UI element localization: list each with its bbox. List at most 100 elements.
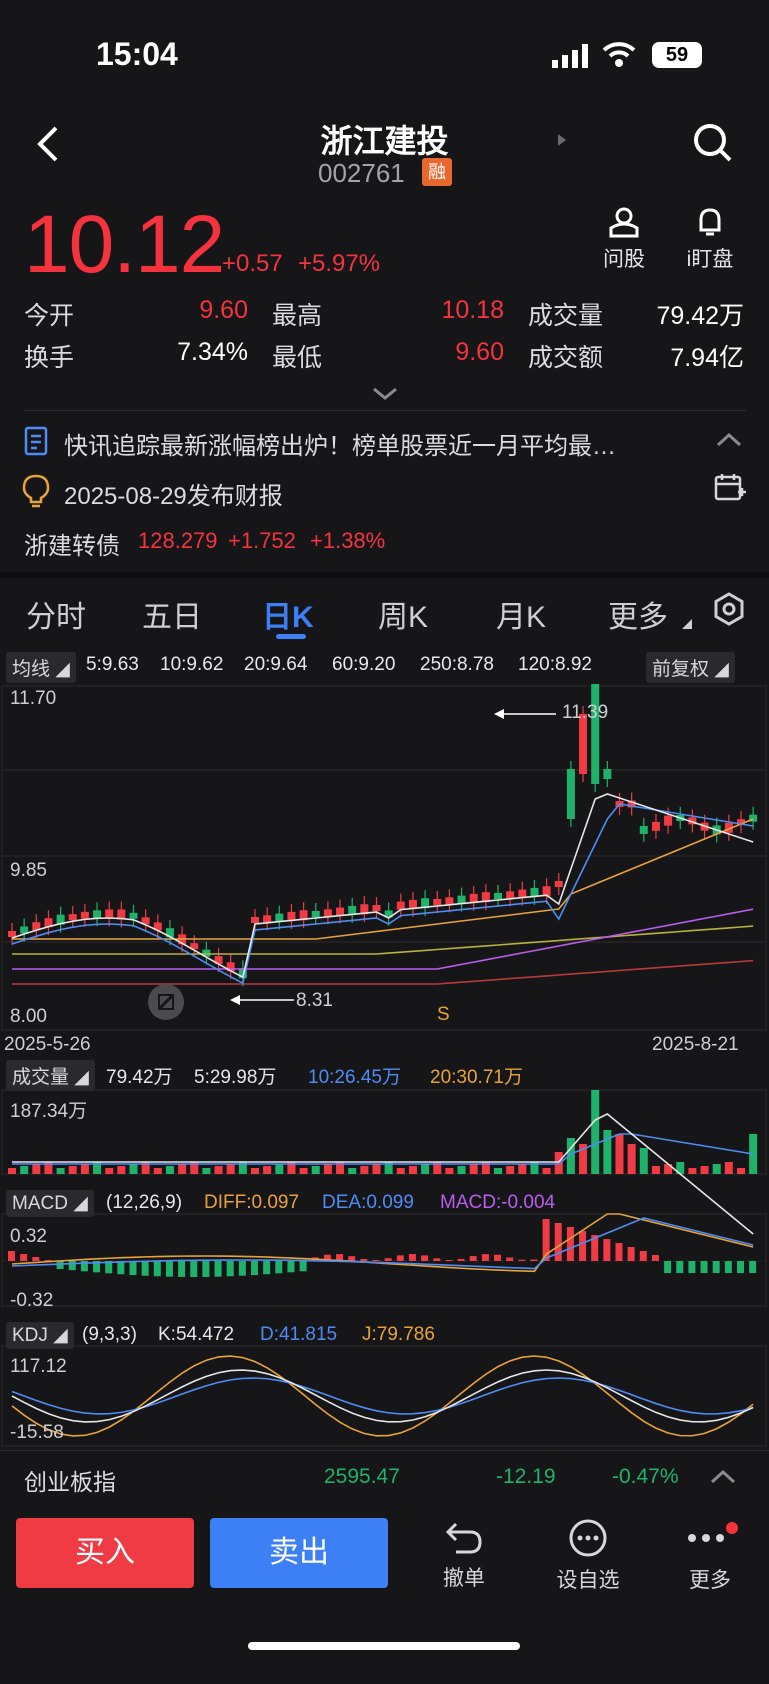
macd-bottom-label: -0.32 [10, 1290, 54, 1311]
ma-60: 60:9.20 [332, 654, 396, 675]
convertible-bond[interactable]: 浙建转债 128.279 +1.752 +1.38% [0, 524, 769, 560]
candle-body [494, 893, 502, 899]
candle-body [311, 911, 320, 917]
macd-bar [372, 1259, 380, 1261]
macd-bar [433, 1258, 441, 1261]
volume-selector-button[interactable]: 成交量 ◢ [6, 1060, 95, 1091]
candle-body [263, 915, 272, 923]
candle-body [129, 912, 138, 919]
macd-dea: DEA:0.099 [322, 1192, 414, 1213]
more-button[interactable]: 更多 [678, 1518, 742, 1594]
macd-selector-button[interactable]: MACD ◢ [6, 1190, 94, 1217]
kdj-d-line [11, 1377, 754, 1415]
volume-legend: 成交量 ◢ 79.42万 5:29.98万 10:26.45万 20:30.71… [0, 1060, 769, 1091]
tab-five-day[interactable]: 五日 [142, 592, 202, 636]
macd-bar [275, 1261, 283, 1274]
draw-tool-icon[interactable] [148, 984, 184, 1020]
candle-body [251, 917, 259, 923]
macd-bar [8, 1251, 15, 1261]
bond-price: 128.279 [138, 528, 218, 553]
candle-body [591, 684, 600, 784]
macd-bar [469, 1256, 477, 1261]
more-label: 更多 [689, 1569, 731, 1592]
macd-value: MACD:-0.004 [440, 1192, 556, 1213]
settings-icon[interactable] [712, 592, 746, 631]
ma-selector-button[interactable]: 均线 ◢ [6, 652, 76, 683]
ma-250: 250:8.78 [420, 654, 494, 675]
high-price-marker: 11.39 [562, 702, 609, 723]
expand-icon[interactable] [372, 386, 398, 407]
volume-bar [105, 1168, 114, 1174]
triangle-icon [682, 616, 692, 634]
quote-label: 成交量 [528, 302, 604, 330]
kdj-params: (9,3,3) [82, 1324, 137, 1345]
chevron-up-icon[interactable] [710, 1469, 736, 1490]
macd-bar [153, 1261, 161, 1277]
calendar-add-icon[interactable] [714, 472, 746, 509]
kdj-j-line [11, 1355, 754, 1437]
stock-code: 002761 [318, 158, 405, 188]
macd-bar [348, 1256, 356, 1261]
macd-bar [494, 1254, 501, 1261]
macd-bar [712, 1261, 720, 1273]
index-change-pct: -0.47% [612, 1465, 679, 1488]
tab-weekly-k[interactable]: 周K [378, 592, 428, 636]
macd-bar [190, 1261, 198, 1277]
search-icon[interactable] [692, 122, 734, 169]
panel-frame [1, 1213, 767, 1307]
ma-legend: 均线 ◢ 5:9.63 10:9.62 20:9.64 60:9.20 250:… [0, 650, 769, 683]
sell-button[interactable]: 卖出 [210, 1518, 388, 1588]
bond-change-pct: +1.38% [310, 528, 386, 553]
quote-value: 7.34% [177, 338, 248, 366]
cancel-order-button[interactable]: 撤单 [432, 1518, 496, 1592]
volume-bar [542, 1168, 551, 1174]
ma-10: 10:9.62 [160, 654, 224, 675]
more-circle-icon [552, 1518, 624, 1564]
next-stock-icon[interactable] [556, 132, 568, 153]
tab-daily-k[interactable]: 日K [262, 592, 314, 636]
volume-bar [408, 1166, 417, 1174]
quote-value: 79.42万 [656, 302, 744, 330]
report-item[interactable]: 2025-08-29发布财报 [0, 470, 769, 514]
kdj-selector-button[interactable]: KDJ ◢ [6, 1322, 74, 1349]
macd-bar [421, 1255, 429, 1261]
volume-bar [129, 1164, 138, 1174]
collapse-icon[interactable] [716, 432, 742, 453]
candle-body [566, 769, 575, 819]
panel-frame [1, 1345, 767, 1447]
panel-frame [1, 685, 767, 1031]
add-watchlist-button[interactable]: 设自选 [552, 1518, 624, 1594]
ask-stock-button[interactable]: 问股 [596, 206, 652, 273]
tab-monthly-k[interactable]: 月K [496, 592, 546, 636]
macd-bar [688, 1261, 696, 1273]
kline-ymin-label: 8.00 [10, 1006, 47, 1027]
volume-ma10: 10:26.45万 [308, 1067, 401, 1088]
date-start: 2025-5-26 [4, 1034, 91, 1055]
volume-bar [153, 1168, 162, 1174]
buy-label: 买入 [75, 1536, 135, 1569]
macd-bar [700, 1261, 708, 1273]
report-date: 2025-08-29发布财报 [64, 483, 283, 510]
sell-label: 卖出 [269, 1536, 329, 1569]
quote-label: 成交额 [528, 344, 604, 372]
macd-bar [566, 1227, 574, 1261]
volume-bar [615, 1134, 624, 1174]
quote-value: 7.94亿 [670, 344, 744, 372]
tab-intraday[interactable]: 分时 [26, 592, 86, 636]
adjust-selector-button[interactable]: 前复权 ◢ [646, 652, 735, 683]
buy-button[interactable]: 买入 [16, 1518, 194, 1588]
macd-bar [530, 1259, 538, 1261]
macd-bar [165, 1261, 173, 1277]
tab-more[interactable]: 更多 [608, 592, 668, 636]
status-time: 15:04 [96, 36, 178, 72]
kdj-legend: KDJ ◢ (9,3,3) K:54.472 D:41.815 J:79.786 [0, 1322, 769, 1350]
volume-ma5: 5:29.98万 [194, 1067, 277, 1088]
index-change: -12.19 [496, 1465, 556, 1488]
candle-body [372, 905, 381, 911]
active-tab-indicator [276, 634, 306, 639]
candle-body [275, 913, 284, 922]
kline-ymax-label: 11.70 [10, 688, 57, 709]
index-bar[interactable]: 创业板指 2595.47 -12.19 -0.47% [0, 1450, 769, 1500]
watch-button[interactable]: i盯盘 [680, 206, 740, 273]
news-item[interactable]: 快讯追踪最新涨幅榜出炉！榜单股票近一月平均最… [0, 420, 769, 464]
